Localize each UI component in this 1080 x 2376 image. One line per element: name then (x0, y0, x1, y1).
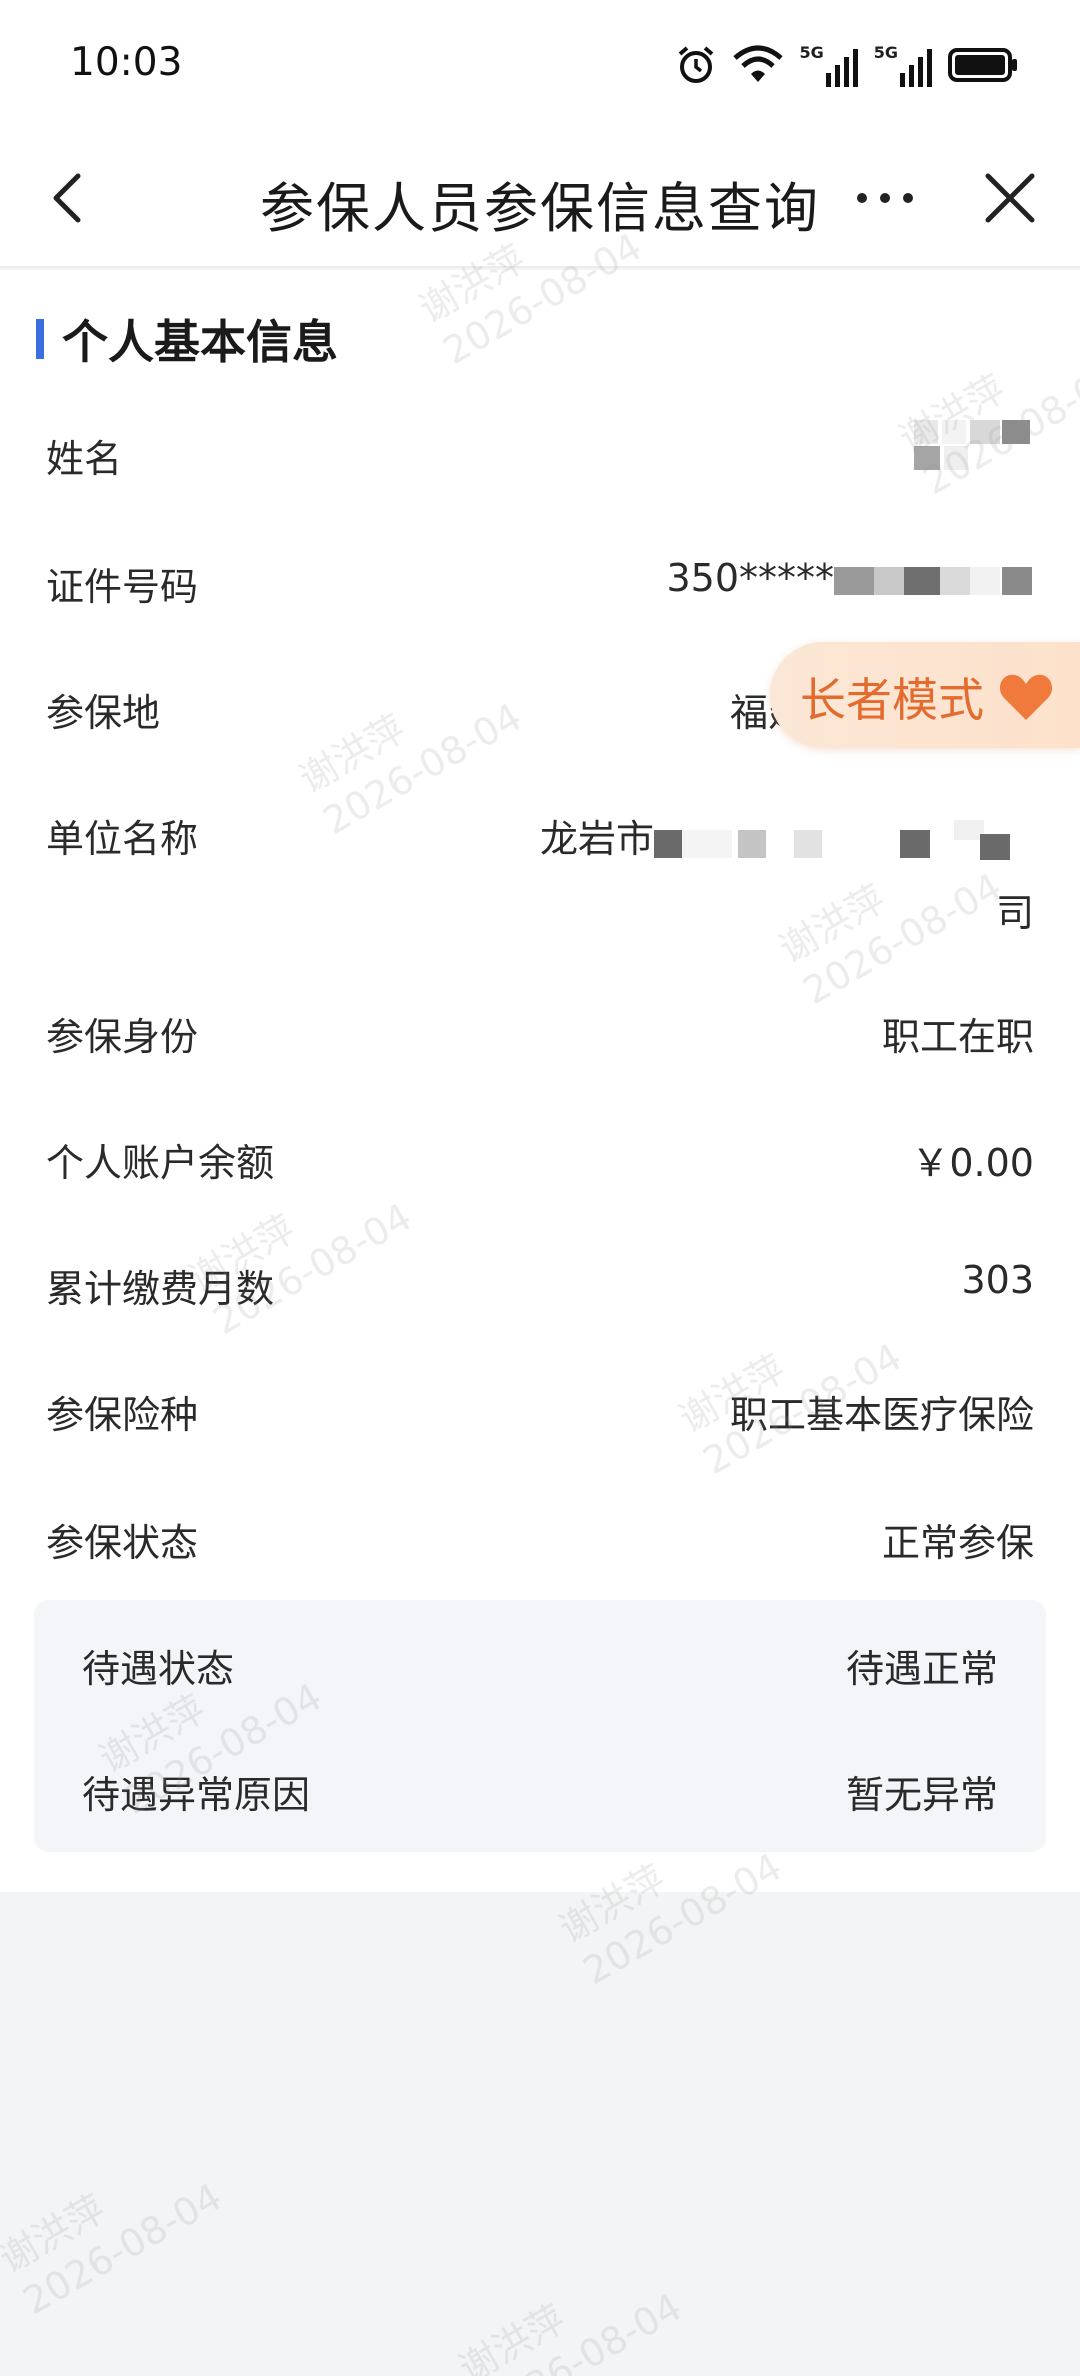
field-value: 正常参保 (881, 1521, 1034, 1565)
field-benefit-status: 待遇状态 待遇正常 (82, 1638, 998, 1698)
status-bar: 10:03 5G 5G (0, 0, 1080, 128)
field-value: 350***** (666, 556, 1034, 600)
mosaic-mask (834, 566, 1032, 595)
senior-mode-label: 长者模式 (800, 673, 984, 727)
signal-5g-icon: 5G (874, 43, 934, 87)
field-label: 参保险种 (46, 1393, 199, 1437)
benefit-status-card: 待遇状态 待遇正常 待遇异常原因 暂无异常 (34, 1600, 1046, 1852)
field-employer: 单位名称 龙岩市 司 (46, 808, 1034, 938)
watermark: 谢洪萍 2026-08-04 (0, 2174, 230, 2324)
field-id-number: 证件号码 350***** (46, 556, 1034, 616)
section-title: 个人基本信息 (62, 315, 338, 369)
field-value: 龙岩市 司 (539, 817, 1034, 935)
heart-icon (999, 674, 1053, 720)
status-icons: 5G 5G (675, 40, 1018, 90)
battery-icon (948, 48, 1017, 82)
field-label: 单位名称 (46, 817, 199, 861)
section-accent-bar (36, 319, 44, 359)
mosaic-mask (914, 420, 1030, 470)
alarm-icon (679, 46, 714, 83)
field-label: 累计缴费月数 (46, 1267, 275, 1311)
field-benefit-abnormal-reason: 待遇异常原因 暂无异常 (82, 1764, 998, 1824)
section-header: 个人基本信息 (36, 306, 338, 372)
info-panel: 个人基本信息 姓名 证件号码 350***** 参保地 福建省龙岩市本级 单位 (0, 270, 1080, 1892)
field-insurance-status: 参保状态 正常参保 (46, 1512, 1034, 1572)
field-label: 证件号码 (46, 565, 199, 609)
field-label: 参保身份 (46, 1015, 199, 1059)
field-value: 职工在职 (881, 1015, 1034, 1059)
field-label: 参保状态 (46, 1521, 199, 1565)
status-time: 10:03 (70, 40, 183, 85)
field-label: 个人账户余额 (46, 1141, 275, 1185)
field-value: 职工基本医疗保险 (729, 1393, 1034, 1437)
field-label: 待遇异常原因 (82, 1773, 311, 1817)
watermark: 谢洪萍 2026-08-04 (451, 2284, 690, 2376)
signal-5g-icon: 5G (799, 43, 859, 87)
wifi-icon (733, 45, 784, 82)
close-icon[interactable] (980, 168, 1040, 228)
field-value: ￥0.00 (911, 1141, 1034, 1185)
field-paid-months: 累计缴费月数 303 (46, 1258, 1034, 1318)
field-value-masked (914, 414, 1034, 483)
field-value: 暂无异常 (845, 1773, 998, 1817)
field-label: 待遇状态 (82, 1647, 235, 1691)
field-identity: 参保身份 职工在职 (46, 1006, 1034, 1066)
field-value: 303 (961, 1258, 1034, 1302)
field-account-balance: 个人账户余额 ￥0.00 (46, 1132, 1034, 1192)
nav-bar: 参保人员参保信息查询 (0, 128, 1080, 268)
field-insurance-type: 参保险种 职工基本医疗保险 (46, 1384, 1034, 1444)
field-label: 参保地 (46, 691, 161, 735)
field-name: 姓名 (46, 420, 1034, 488)
mosaic-mask (654, 819, 1010, 860)
field-label: 姓名 (46, 437, 123, 481)
field-value: 待遇正常 (845, 1647, 998, 1691)
senior-mode-button[interactable]: 长者模式 (770, 642, 1080, 748)
more-icon[interactable] (850, 164, 920, 232)
